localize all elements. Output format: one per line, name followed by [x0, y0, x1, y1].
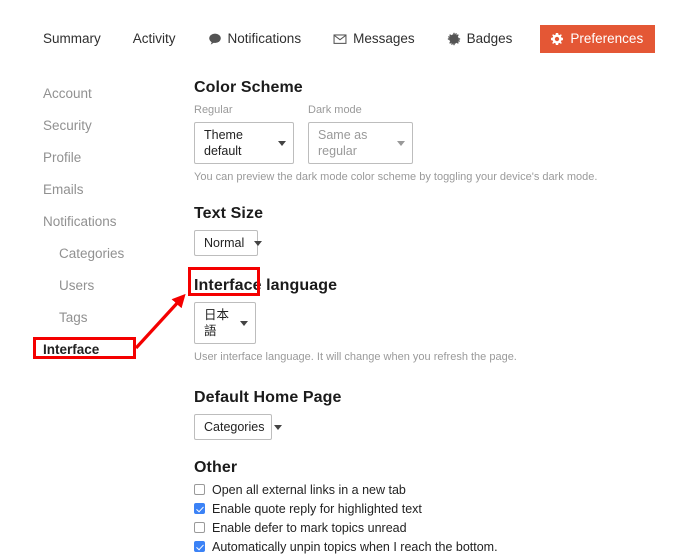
tab-activity[interactable]: Activity	[123, 26, 186, 52]
sidebar-item-account-label: Account	[43, 86, 92, 101]
sidebar-item-notifications-label: Notifications	[43, 214, 117, 229]
gear-icon	[550, 32, 564, 46]
checkbox-unpin-topics-label: Automatically unpin topics when I reach …	[212, 539, 498, 554]
chevron-down-icon	[397, 140, 405, 146]
default-home-page-value: Categories	[204, 420, 265, 434]
interface-language-dropdown[interactable]: 日本語	[194, 302, 256, 344]
chevron-down-icon	[278, 140, 286, 146]
speech-bubble-icon	[208, 32, 222, 46]
sidebar-item-interface-label: Interface	[43, 342, 100, 357]
tab-notifications[interactable]: Notifications	[198, 26, 312, 52]
tab-messages[interactable]: Messages	[323, 26, 425, 52]
sidebar-item-users[interactable]: Users	[33, 270, 183, 302]
chevron-down-icon	[274, 424, 283, 430]
color-scheme-help: You can preview the dark mode color sche…	[194, 171, 598, 183]
interface-language-value: 日本語	[204, 308, 230, 338]
dark-mode-scheme-dropdown[interactable]: Same as regular	[308, 122, 413, 164]
regular-scheme-label: Regular	[194, 104, 233, 116]
sidebar-item-account[interactable]: Account	[33, 78, 183, 110]
checkbox-quote-reply-label: Enable quote reply for highlighted text	[212, 501, 422, 516]
checkbox-row-quote-reply[interactable]: Enable quote reply for highlighted text	[194, 499, 614, 518]
other-options-list: Open all external links in a new tab Ena…	[194, 480, 614, 556]
color-scheme-heading: Color Scheme	[194, 79, 303, 96]
dark-mode-scheme-field: Dark mode Same as regular	[308, 104, 413, 164]
sidebar-item-categories[interactable]: Categories	[33, 238, 183, 270]
regular-scheme-field: Regular Theme default	[194, 104, 294, 164]
tab-summary[interactable]: Summary	[33, 26, 111, 52]
tab-messages-label: Messages	[353, 31, 415, 46]
preferences-interface-panel: Color Scheme Regular Theme default Dark …	[194, 78, 614, 556]
tab-badges[interactable]: Badges	[437, 26, 523, 52]
checkbox-unpin-topics[interactable]	[194, 541, 205, 552]
sidebar-item-emails-label: Emails	[43, 182, 84, 197]
sidebar-item-emails[interactable]: Emails	[33, 174, 183, 206]
sidebar-item-profile-label: Profile	[43, 150, 82, 165]
chevron-down-icon	[240, 320, 248, 326]
text-size-heading: Text Size	[194, 205, 264, 222]
checkbox-quote-reply[interactable]	[194, 503, 205, 514]
tab-preferences-label: Preferences	[570, 31, 644, 46]
profile-tab-bar: Summary Activity Notifications Messages	[0, 25, 688, 53]
regular-scheme-value: Theme default	[204, 128, 243, 158]
sidebar-item-users-label: Users	[59, 278, 95, 293]
sidebar-item-interface[interactable]: Interface	[33, 334, 183, 366]
sidebar-item-tags-label: Tags	[59, 310, 88, 325]
checkbox-row-external-links[interactable]: Open all external links in a new tab	[194, 480, 614, 499]
tab-activity-label: Activity	[132, 31, 176, 46]
default-home-page-dropdown[interactable]: Categories	[194, 414, 283, 440]
rosette-icon	[447, 32, 461, 46]
checkbox-row-unpin-topics[interactable]: Automatically unpin topics when I reach …	[194, 537, 614, 556]
checkbox-external-links[interactable]	[194, 484, 205, 495]
text-size-dropdown[interactable]: Normal	[194, 230, 263, 256]
preferences-sidebar: Account Security Profile Emails Notifica…	[33, 78, 183, 366]
sidebar-item-notifications[interactable]: Notifications	[33, 206, 183, 238]
tab-badges-label: Badges	[466, 31, 513, 46]
text-size-value: Normal	[204, 236, 245, 250]
regular-scheme-dropdown[interactable]: Theme default	[194, 122, 294, 164]
sidebar-item-tags[interactable]: Tags	[33, 302, 183, 334]
tab-notifications-label: Notifications	[227, 31, 302, 46]
default-home-page-heading: Default Home Page	[194, 389, 342, 406]
checkbox-defer-unread[interactable]	[194, 522, 205, 533]
dark-mode-scheme-label: Dark mode	[308, 104, 362, 116]
tab-summary-label: Summary	[43, 31, 101, 46]
checkbox-row-defer-unread[interactable]: Enable defer to mark topics unread	[194, 518, 614, 537]
checkbox-defer-unread-label: Enable defer to mark topics unread	[212, 520, 407, 535]
sidebar-item-profile[interactable]: Profile	[33, 142, 183, 174]
color-scheme-row: Regular Theme default Dark mode Same as …	[194, 104, 614, 164]
envelope-icon	[333, 32, 347, 46]
checkbox-external-links-label: Open all external links in a new tab	[212, 482, 406, 497]
interface-language-heading: Interface language	[194, 277, 338, 294]
sidebar-item-categories-label: Categories	[59, 246, 125, 261]
sidebar-item-security[interactable]: Security	[33, 110, 183, 142]
chevron-down-icon	[254, 240, 263, 246]
dark-mode-scheme-value: Same as regular	[318, 128, 368, 158]
other-heading: Other	[194, 459, 238, 476]
tab-preferences[interactable]: Preferences	[540, 25, 656, 53]
sidebar-item-security-label: Security	[43, 118, 92, 133]
interface-language-help: User interface language. It will change …	[194, 351, 517, 363]
